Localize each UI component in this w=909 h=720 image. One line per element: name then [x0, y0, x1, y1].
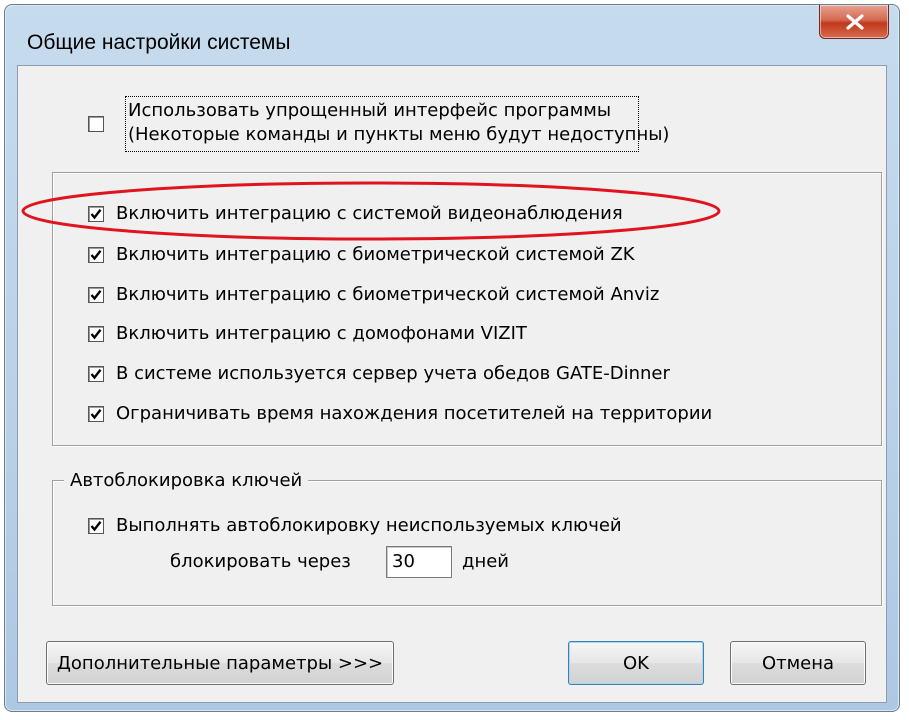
check-icon [90, 329, 102, 340]
dialog-title: Общие настройки системы [27, 31, 291, 54]
checkbox-intercom-vizit[interactable] [88, 326, 104, 342]
label-gate-dinner[interactable]: В системе используется сервер учета обед… [116, 363, 670, 385]
ok-button[interactable]: OK [568, 641, 704, 685]
block-days-input[interactable]: 30 [386, 546, 452, 578]
label-autoblock[interactable]: Выполнять автоблокировку неиспользуемых … [116, 515, 622, 537]
label-biometric-anviz[interactable]: Включить интеграцию с биометрической сис… [116, 284, 659, 306]
checkbox-video-surveillance[interactable] [88, 206, 104, 222]
check-icon [90, 209, 102, 220]
check-icon [90, 369, 102, 380]
checkbox-gate-dinner[interactable] [88, 366, 104, 382]
label-video-surveillance[interactable]: Включить интеграцию с системой видеонабл… [116, 203, 623, 225]
checkbox-biometric-anviz[interactable] [88, 287, 104, 303]
autoblock-group [52, 480, 882, 606]
checkbox-biometric-zk[interactable] [88, 247, 104, 263]
checkbox-visitor-time-limit[interactable] [88, 406, 104, 422]
advanced-parameters-button[interactable]: Дополнительные параметры >>> [46, 641, 394, 685]
close-icon [846, 14, 864, 30]
simplified-interface-label-line1[interactable]: Использовать упрощенный интерфейс програ… [128, 100, 611, 122]
check-icon [90, 521, 102, 532]
checkbox-autoblock[interactable] [88, 518, 104, 534]
cancel-button[interactable]: Отмена [730, 641, 866, 685]
simplified-interface-checkbox[interactable] [88, 116, 104, 132]
simplified-interface-label-line2[interactable]: (Некоторые команды и пункты меню будут н… [128, 124, 669, 146]
close-button[interactable] [819, 5, 889, 39]
autoblock-group-title: Автоблокировка ключей [64, 470, 309, 492]
block-after-label: блокировать через [170, 551, 351, 572]
check-icon [90, 290, 102, 301]
dialog-client-area: Использовать упрощенный интерфейс програ… [17, 65, 887, 703]
settings-dialog: Общие настройки системы Использовать упр… [4, 4, 900, 712]
label-biometric-zk[interactable]: Включить интеграцию с биометрической сис… [116, 244, 635, 266]
label-intercom-vizit[interactable]: Включить интеграцию с домофонами VIZIT [116, 323, 527, 345]
days-unit-label: дней [462, 551, 509, 572]
title-bar[interactable]: Общие настройки системы [5, 5, 899, 54]
check-icon [90, 250, 102, 261]
label-visitor-time-limit[interactable]: Ограничивать время нахождения посетителе… [116, 403, 712, 425]
check-icon [90, 409, 102, 420]
